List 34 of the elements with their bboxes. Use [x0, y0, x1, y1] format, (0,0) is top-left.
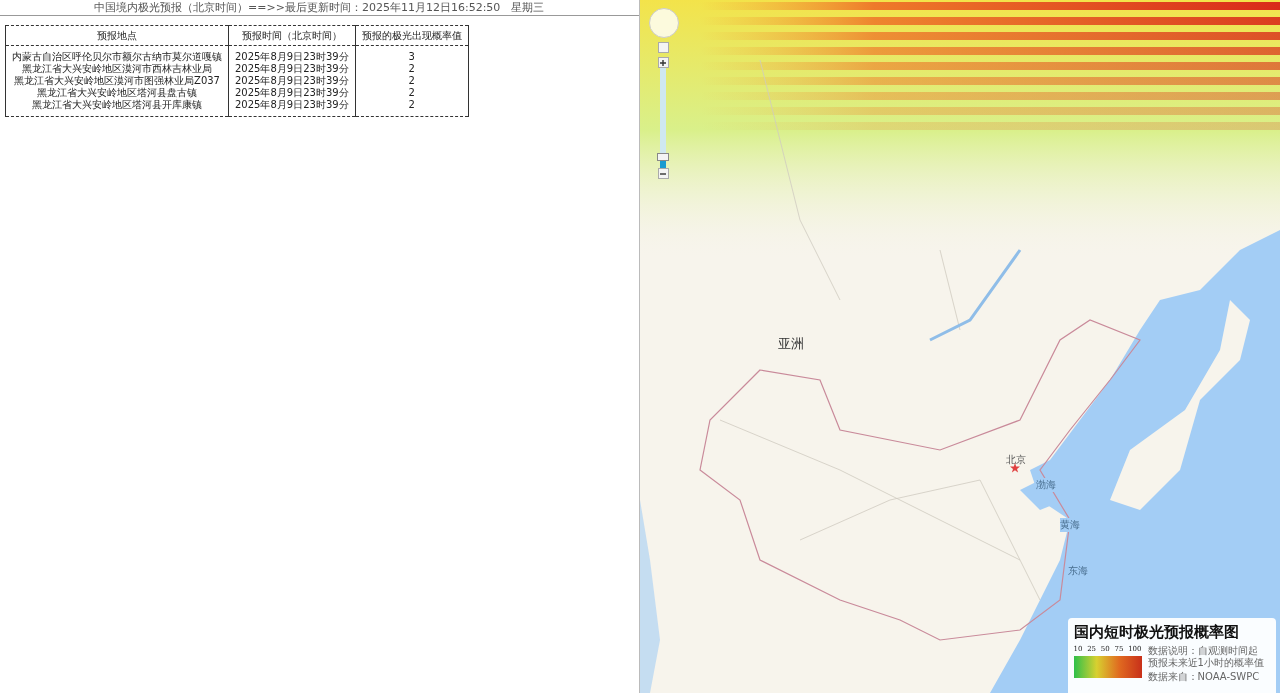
table-cell: 2025年8月9日23时39分: [228, 99, 356, 117]
map-label: 渤海: [1035, 478, 1056, 492]
table-cell: 2: [355, 75, 469, 87]
map-label: 黄海: [1059, 518, 1080, 532]
table-cell: 2025年8月9日23时39分: [228, 63, 356, 75]
legend-title: 国内短时极光预报概率图: [1073, 623, 1240, 642]
zoom-out-button[interactable]: [657, 168, 669, 179]
column-header: 预报地点: [5, 25, 229, 46]
table-cell: 黑龙江省大兴安岭地区漠河市图强林业局Z037: [5, 75, 229, 87]
legend-note: 数据说明：自观测时间起: [1147, 645, 1259, 657]
plus-icon: [659, 58, 667, 67]
slider-thumb[interactable]: [657, 153, 669, 161]
table-cell: 黑龙江省大兴安岭地区塔河县开库康镇: [5, 99, 229, 117]
table-cell: 黑龙江省大兴安岭地区塔河县盘古镇: [5, 87, 229, 99]
zoom-in-button[interactable]: [657, 57, 669, 68]
color-scale-bar: [1073, 656, 1142, 678]
column-header: 预报的极光出现概率值: [355, 25, 469, 46]
data-source: 数据来自：NOAA-SWPC: [1147, 671, 1261, 683]
map-label: 亚洲: [777, 335, 804, 353]
legend-note: 预报未来近1小时的概率值: [1147, 657, 1264, 669]
table-cell: 2025年8月9日23时39分: [228, 75, 356, 87]
column-header: 预报时间（北京时间）: [228, 25, 356, 46]
table-cell: 2025年8月9日23时39分: [228, 87, 356, 99]
table-cell: 2: [355, 63, 469, 75]
table-cell: 内蒙古自治区呼伦贝尔市额尔古纳市莫尔道嘎镇: [5, 45, 229, 63]
table-cell: 2: [355, 99, 469, 117]
star-icon: [1009, 463, 1020, 473]
table-cell: 2025年8月9日23时39分: [228, 45, 356, 63]
table-cell: 2: [355, 87, 469, 99]
page-title: 中国境内极光预报（北京时间）==>>最后更新时间：2025年11月12日16:52:50 星期三: [0, 0, 639, 16]
map-label: 东海: [1067, 564, 1088, 578]
table-cell: 黑龙江省大兴安岭地区漠河市西林吉林业局: [5, 63, 229, 75]
table-cell: 3: [355, 45, 469, 63]
zoom-slider[interactable]: [660, 68, 666, 168]
